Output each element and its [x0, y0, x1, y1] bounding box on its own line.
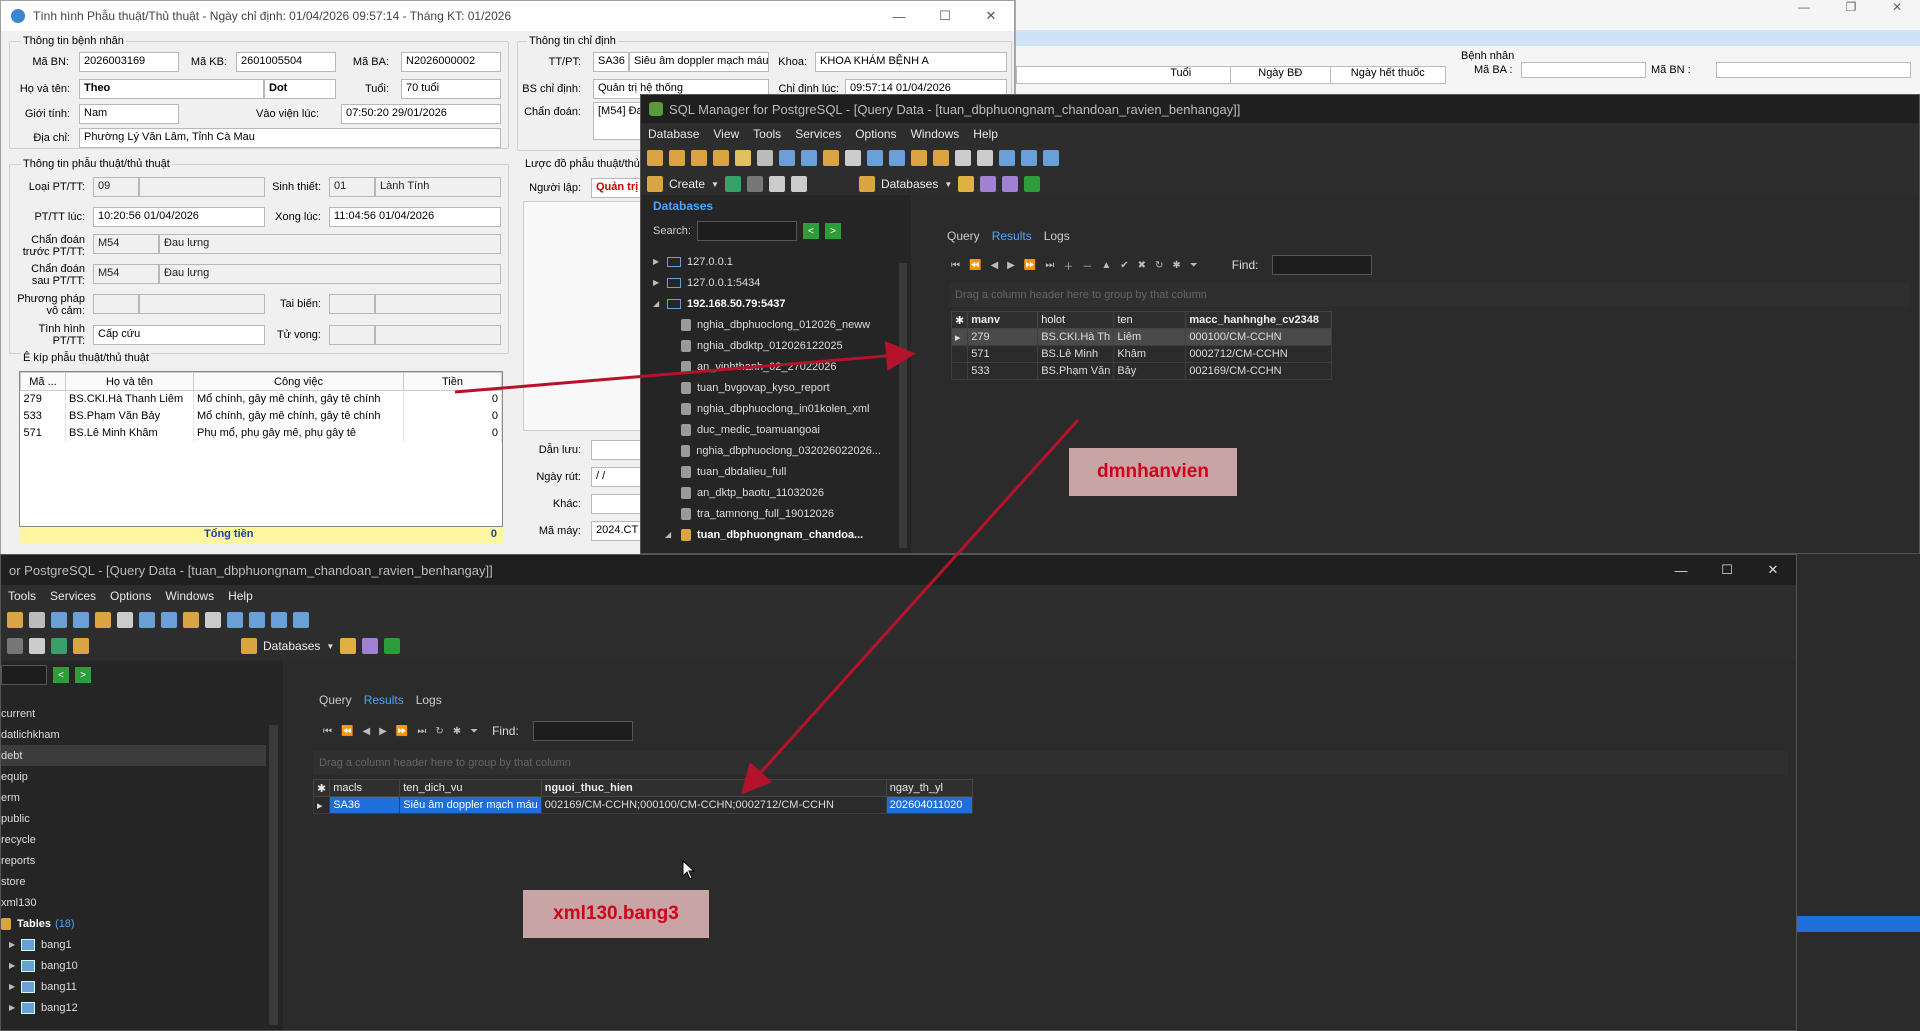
arrow-team-to-dmnhanvien [454, 341, 916, 394]
mouse-cursor-icon [682, 860, 696, 880]
annotation-overlay [454, 341, 1080, 795]
callout-xml130-bang3: xml130.bang3 [523, 890, 709, 938]
callout-dmnhanvien: dmnhanvien [1069, 448, 1237, 496]
arrow-dmnhanvien-to-bang3 [740, 418, 1080, 795]
